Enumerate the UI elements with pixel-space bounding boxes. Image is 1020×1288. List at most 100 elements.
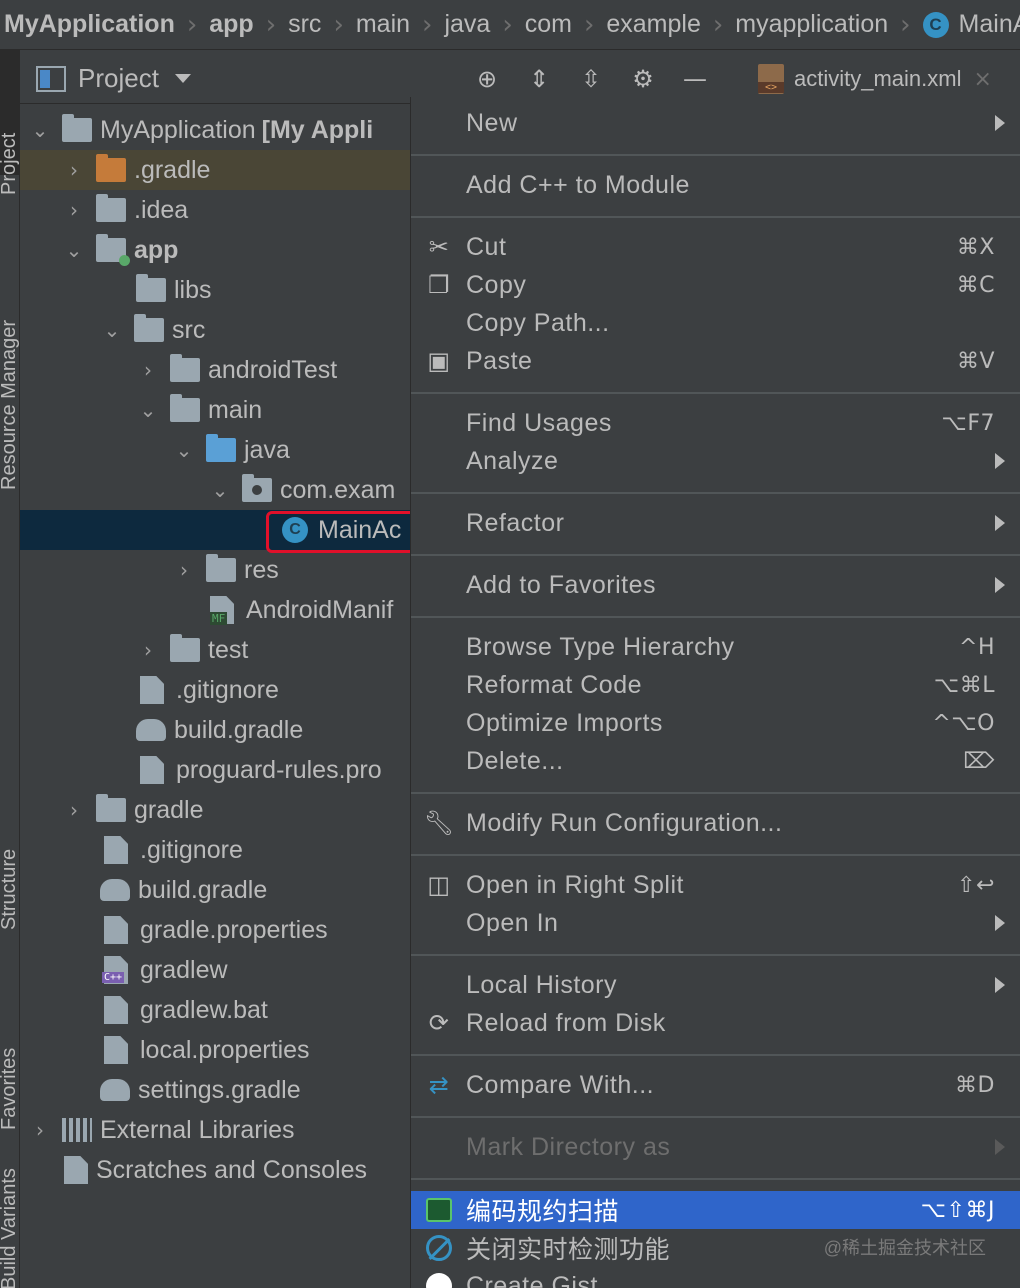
tree-row-gradle-properties[interactable]: gradle.properties: [20, 910, 412, 950]
text-file-icon: [104, 996, 128, 1024]
tree-row-package[interactable]: ⌄ com.exam: [20, 470, 412, 510]
tree-row-app-build-gradle[interactable]: build.gradle: [20, 710, 412, 750]
folder-icon: [170, 354, 200, 382]
tree-row-app-gitignore[interactable]: .gitignore: [20, 670, 412, 710]
close-icon[interactable]: ×: [973, 67, 991, 92]
tree-row-main[interactable]: ⌄ main: [20, 390, 412, 430]
chevron-down-icon[interactable]: ⌄: [100, 318, 124, 342]
project-view-selector[interactable]: Project: [36, 63, 191, 94]
watermark: @稀土掘金技术社区: [823, 1238, 986, 1258]
menu-item-add-favorites[interactable]: Add to Favorites: [411, 566, 1020, 604]
menu-item-label: Compare With...: [466, 1070, 655, 1099]
tree-module-label: [My Appli: [261, 115, 374, 144]
menu-item-local-history[interactable]: Local History: [411, 966, 1020, 1004]
tree-row-libs[interactable]: libs: [20, 270, 412, 310]
menu-item-label: New: [466, 108, 518, 137]
tree-row-gitignore[interactable]: .gitignore: [20, 830, 412, 870]
breadcrumb-item-app[interactable]: app: [209, 10, 253, 39]
tree-row-gradlew[interactable]: C++ gradlew: [20, 950, 412, 990]
menu-item-copy-path[interactable]: Copy Path...: [411, 304, 1020, 342]
chevron-down-icon[interactable]: ⌄: [208, 478, 232, 502]
breadcrumb-item-java[interactable]: java: [444, 10, 490, 39]
tree-row-test[interactable]: › test: [20, 630, 412, 670]
chevron-down-icon[interactable]: ⌄: [62, 238, 86, 262]
chevron-right-icon[interactable]: ›: [62, 158, 86, 182]
stripe-tab-project[interactable]: Project: [0, 133, 21, 195]
breadcrumb-item-project[interactable]: MyApplication: [0, 10, 175, 39]
tree-row-settings-gradle[interactable]: settings.gradle: [20, 1070, 412, 1110]
gear-icon[interactable]: ⚙: [628, 64, 658, 94]
menu-item-copy[interactable]: ❐ Copy ⌘C: [411, 266, 1020, 304]
chevron-right-icon[interactable]: ›: [136, 358, 160, 382]
chevron-down-icon[interactable]: ⌄: [28, 118, 52, 142]
tree-label: local.properties: [140, 1035, 310, 1064]
gradle-icon: [136, 719, 166, 741]
menu-item-find-usages[interactable]: Find Usages ⌥F7: [411, 404, 1020, 442]
menu-item-paste[interactable]: ▣ Paste ⌘V: [411, 342, 1020, 380]
menu-item-analyze[interactable]: Analyze: [411, 442, 1020, 480]
tree-row-src[interactable]: ⌄ src: [20, 310, 412, 350]
tree-row-root[interactable]: ⌄ MyApplication [My Appli: [20, 110, 412, 150]
menu-item-refactor[interactable]: Refactor: [411, 504, 1020, 542]
stripe-tab-build-variants[interactable]: Build Variants: [0, 1168, 21, 1288]
menu-item-new[interactable]: New: [411, 104, 1020, 142]
breadcrumb-item-src[interactable]: src: [288, 10, 321, 39]
tree-row-res[interactable]: › res: [20, 550, 412, 590]
menu-item-code-scan[interactable]: 编码规约扫描 ⌥⇧⌘J: [411, 1191, 1020, 1229]
tree-row-gradle-dir[interactable]: › .gradle: [20, 150, 412, 190]
tree-row-external-libraries[interactable]: › External Libraries: [20, 1110, 412, 1150]
chevron-right-icon[interactable]: ›: [28, 1118, 52, 1142]
tree-label: gradlew: [140, 955, 228, 984]
tree-row-gradlew-bat[interactable]: gradlew.bat: [20, 990, 412, 1030]
chevron-right-icon[interactable]: ›: [62, 798, 86, 822]
breadcrumb-item-myapplication[interactable]: myapplication: [735, 10, 888, 39]
menu-item-create-gist[interactable]: Create Gist...: [411, 1267, 1020, 1288]
breadcrumb-item-example[interactable]: example: [606, 10, 701, 39]
chevron-down-icon[interactable]: ⌄: [172, 438, 196, 462]
tree-row-app[interactable]: ⌄ app: [20, 230, 412, 270]
tree-label: gradle.properties: [140, 915, 328, 944]
chevron-right-icon[interactable]: ›: [62, 198, 86, 222]
tree-row-androidtest[interactable]: › androidTest: [20, 350, 412, 390]
breadcrumb-item-com[interactable]: com: [525, 10, 572, 39]
tree-label: build.gradle: [174, 715, 304, 744]
locate-icon[interactable]: ⊕: [472, 64, 502, 94]
chevron-right-icon[interactable]: ›: [136, 638, 160, 662]
tree-row-scratches[interactable]: Scratches and Consoles: [20, 1150, 412, 1190]
menu-item-reload[interactable]: ⟳ Reload from Disk: [411, 1004, 1020, 1042]
tree-row-local-properties[interactable]: local.properties: [20, 1030, 412, 1070]
menu-item-optimize-imports[interactable]: Optimize Imports ^⌥O: [411, 704, 1020, 742]
package-icon: [242, 474, 272, 502]
menu-item-modify-run[interactable]: 🔧︎ Modify Run Configuration...: [411, 804, 1020, 842]
tree-row-idea-dir[interactable]: › .idea: [20, 190, 412, 230]
menu-item-open-in[interactable]: Open In: [411, 904, 1020, 942]
menu-item-label: Copy Path...: [466, 308, 610, 337]
menu-item-cut[interactable]: ✂ Cut ⌘X: [411, 228, 1020, 266]
menu-item-browse-hierarchy[interactable]: Browse Type Hierarchy ^H: [411, 628, 1020, 666]
tree-row-build-gradle[interactable]: build.gradle: [20, 870, 412, 910]
stripe-tab-structure[interactable]: Structure: [0, 849, 21, 930]
breadcrumb-item-mainactivity[interactable]: C MainA: [922, 10, 1020, 39]
menu-item-reformat[interactable]: Reformat Code ⌥⌘L: [411, 666, 1020, 704]
chevron-down-icon[interactable]: ⌄: [136, 398, 160, 422]
tree-row-manifest[interactable]: MF AndroidManif: [20, 590, 412, 630]
collapse-all-icon[interactable]: ⇳: [576, 64, 606, 94]
stripe-tab-favorites[interactable]: Favorites: [0, 1048, 21, 1130]
tree-row-proguard[interactable]: proguard-rules.pro: [20, 750, 412, 790]
menu-item-compare[interactable]: ⇄ Compare With... ⌘D: [411, 1066, 1020, 1104]
tree-row-gradle[interactable]: › gradle: [20, 790, 412, 830]
stripe-tab-resource-manager[interactable]: Resource Manager: [0, 320, 21, 490]
menu-item-open-right-split[interactable]: ◫ Open in Right Split ⇧↩: [411, 866, 1020, 904]
module-folder-icon: [62, 114, 92, 142]
expand-all-icon[interactable]: ⇕: [524, 64, 554, 94]
module-dot: [119, 255, 130, 266]
tree-row-java[interactable]: ⌄ java: [20, 430, 412, 470]
menu-item-add-cpp[interactable]: Add C++ to Module: [411, 166, 1020, 204]
breadcrumb-item-main[interactable]: main: [356, 10, 410, 39]
hide-icon[interactable]: —: [680, 64, 710, 94]
menu-separator: [411, 554, 1020, 556]
menu-item-label: Optimize Imports: [466, 708, 663, 737]
menu-item-delete[interactable]: Delete... ⌦: [411, 742, 1020, 780]
chevron-right-icon[interactable]: ›: [172, 558, 196, 582]
tree-label: Scratches and Consoles: [96, 1155, 367, 1184]
